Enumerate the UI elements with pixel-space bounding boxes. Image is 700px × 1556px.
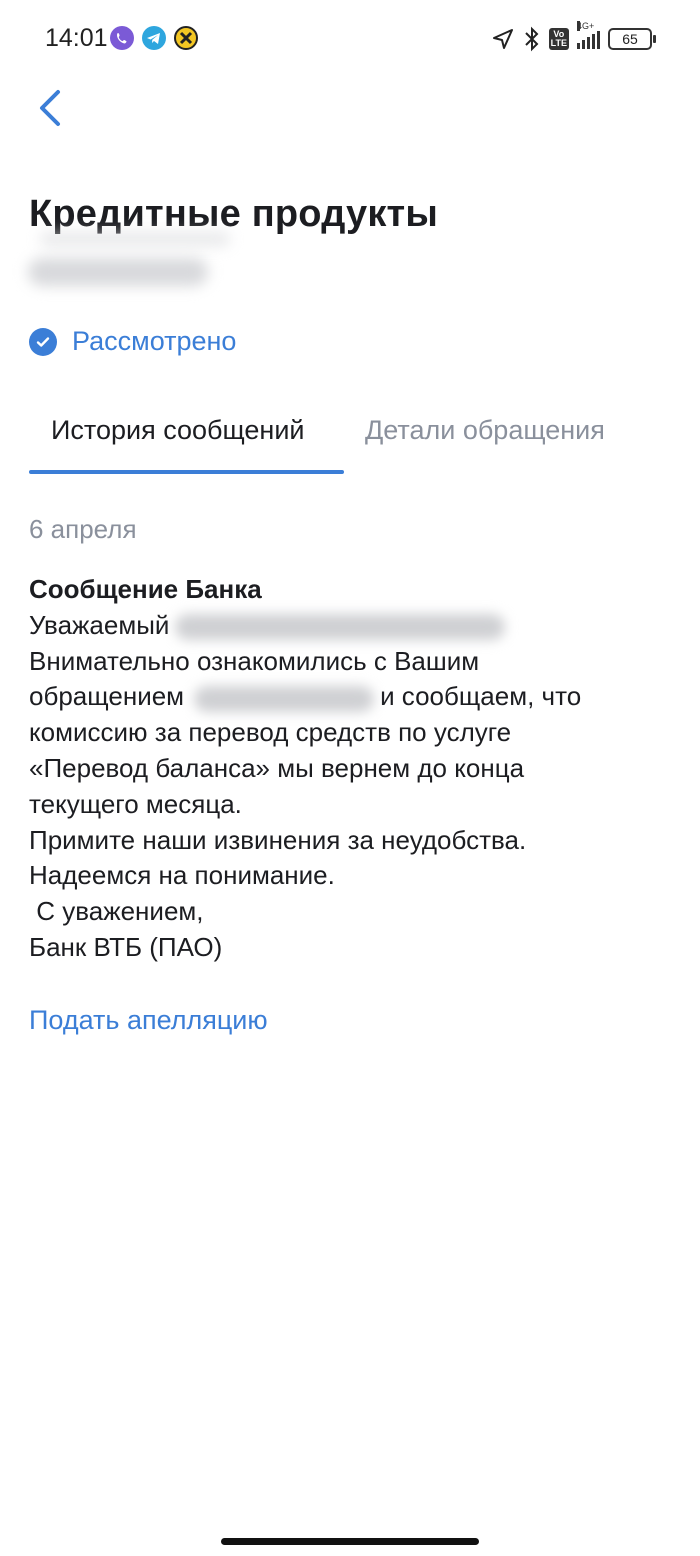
location-icon bbox=[492, 29, 513, 49]
back-button[interactable] bbox=[30, 86, 74, 130]
request-status: Рассмотрено bbox=[29, 326, 236, 357]
signal-icon: 4G+ bbox=[577, 21, 600, 49]
message-text: и сообщаем, что bbox=[380, 681, 582, 712]
message-date: 6 апреля bbox=[29, 514, 137, 544]
redacted-request-id bbox=[194, 685, 375, 712]
message-line: Примите наши извинения за неудобства. bbox=[29, 824, 527, 855]
app-notification-icon bbox=[174, 26, 198, 50]
check-circle-icon bbox=[29, 327, 57, 356]
message-text: обращением bbox=[29, 681, 185, 712]
message-line: Надеемся на понимание. bbox=[29, 860, 335, 891]
tab-request-details[interactable]: Детали обращения bbox=[365, 415, 605, 446]
status-bar: 14:01 Vo LTE 4G+ 65 bbox=[0, 0, 700, 78]
active-tab-indicator bbox=[29, 470, 344, 474]
message-title: Сообщение Банка bbox=[29, 574, 262, 604]
message-line: Банк ВТБ (ПАО) bbox=[29, 931, 223, 962]
redacted-request-number bbox=[28, 258, 208, 286]
bank-message: Сообщение Банка Уважаемый Внимательно оз… bbox=[29, 572, 669, 966]
volte-badge: Vo LTE bbox=[548, 28, 569, 50]
page-title: Кредитные продукты bbox=[29, 193, 439, 235]
tab-message-history[interactable]: История сообщений bbox=[51, 415, 305, 446]
battery-icon: 65 bbox=[608, 28, 656, 50]
home-indicator[interactable] bbox=[221, 1538, 479, 1545]
network-type: 4G+ bbox=[577, 21, 595, 31]
tab-bar: История сообщений Детали обращения bbox=[29, 400, 671, 474]
message-line: обращением и сообщаем, что bbox=[29, 679, 669, 715]
system-icons: Vo LTE 4G+ 65 bbox=[491, 21, 656, 54]
message-text: Уважаемый bbox=[29, 609, 170, 640]
message-line: С уважением, bbox=[29, 896, 204, 927]
redacted-name bbox=[175, 613, 506, 640]
message-line: текущего месяца. bbox=[29, 788, 242, 819]
redacted-subtitle bbox=[40, 232, 230, 246]
appeal-link[interactable]: Подать апелляцию bbox=[29, 1005, 268, 1036]
message-line: Внимательно ознакомились с Вашим bbox=[29, 645, 480, 676]
chevron-left-icon bbox=[40, 90, 60, 126]
message-line: Уважаемый bbox=[29, 608, 669, 644]
clock: 14:01 bbox=[45, 24, 108, 52]
message-line: «Перевод баланса» мы вернем до конца bbox=[29, 752, 525, 783]
bluetooth-icon bbox=[524, 26, 539, 52]
status-label: Рассмотрено bbox=[72, 326, 237, 356]
telegram-icon bbox=[142, 26, 166, 50]
viber-icon bbox=[110, 26, 134, 50]
message-line: комиссию за перевод средств по услуге bbox=[29, 717, 512, 748]
